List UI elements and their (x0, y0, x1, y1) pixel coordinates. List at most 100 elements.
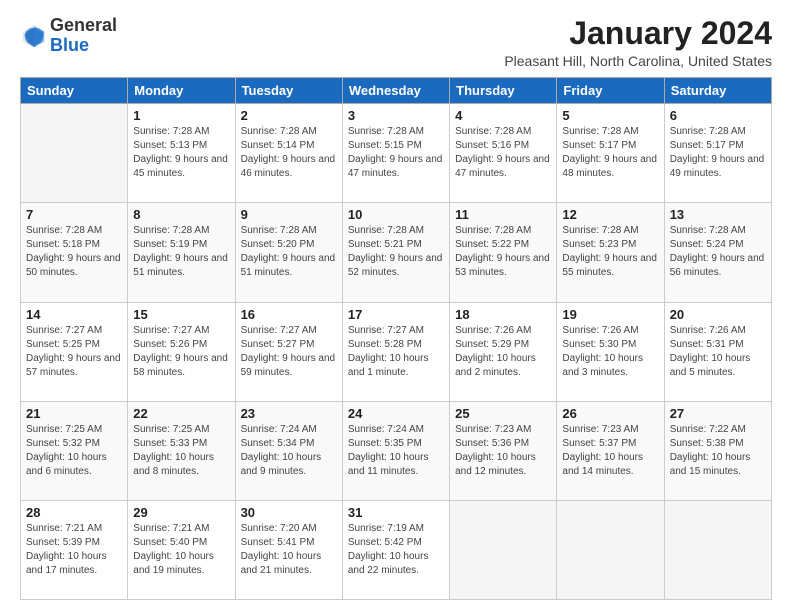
calendar-day-header-saturday: Saturday (664, 78, 771, 104)
day-number: 12 (562, 207, 658, 222)
day-number: 28 (26, 505, 122, 520)
day-info: Sunrise: 7:27 AMSunset: 5:26 PMDaylight:… (133, 324, 229, 380)
calendar-cell: 28 Sunrise: 7:21 AMSunset: 5:39 PMDayligh… (21, 500, 128, 599)
calendar-cell: 22 Sunrise: 7:25 AMSunset: 5:33 PMDayligh… (128, 401, 235, 500)
calendar-day-header-thursday: Thursday (450, 78, 557, 104)
day-info: Sunrise: 7:22 AMSunset: 5:38 PMDaylight:… (670, 423, 766, 479)
calendar-cell: 2Sunrise: 7:28 AMSunset: 5:14 PMDaylight… (235, 104, 342, 203)
day-info: Sunrise: 7:24 AMSunset: 5:35 PMDaylight:… (348, 423, 444, 479)
calendar-cell: 3 Sunrise: 7:28 AMSunset: 5:15 PMDaylight… (342, 104, 449, 203)
day-number: 13 (670, 207, 766, 222)
day-info: Sunrise: 7:25 AMSunset: 5:32 PMDaylight:… (26, 423, 122, 479)
calendar-day-header-tuesday: Tuesday (235, 78, 342, 104)
calendar-header-row: SundayMondayTuesdayWednesdayThursdayFrid… (21, 78, 772, 104)
calendar-week-row-4: 21 Sunrise: 7:25 AMSunset: 5:32 PMDayligh… (21, 401, 772, 500)
day-number: 21 (26, 406, 122, 421)
logo-icon (20, 22, 48, 50)
calendar-cell (450, 500, 557, 599)
day-info: Sunrise: 7:26 AMSunset: 5:30 PMDaylight:… (562, 324, 658, 380)
day-number: 5 (562, 108, 658, 123)
location: Pleasant Hill, North Carolina, United St… (504, 53, 772, 69)
calendar-cell (557, 500, 664, 599)
logo-general-text: General (50, 16, 117, 36)
day-info: Sunrise: 7:27 AMSunset: 5:27 PMDaylight:… (241, 324, 337, 380)
calendar-week-row-1: 1Sunrise: 7:28 AMSunset: 5:13 PMDaylight… (21, 104, 772, 203)
logo: General Blue (20, 16, 117, 56)
calendar-cell: 11Sunrise: 7:28 AMSunset: 5:22 PMDayligh… (450, 203, 557, 302)
day-info: Sunrise: 7:28 AMSunset: 5:18 PMDaylight:… (26, 224, 122, 280)
day-number: 15 (133, 307, 229, 322)
day-info: Sunrise: 7:27 AMSunset: 5:28 PMDaylight:… (348, 324, 444, 380)
day-info: Sunrise: 7:26 AMSunset: 5:31 PMDaylight:… (670, 324, 766, 380)
day-info: Sunrise: 7:27 AMSunset: 5:25 PMDaylight:… (26, 324, 122, 380)
day-number: 19 (562, 307, 658, 322)
calendar-cell: 15 Sunrise: 7:27 AMSunset: 5:26 PMDayligh… (128, 302, 235, 401)
calendar-week-row-2: 7Sunrise: 7:28 AMSunset: 5:18 PMDaylight… (21, 203, 772, 302)
calendar-cell: 19 Sunrise: 7:26 AMSunset: 5:30 PMDayligh… (557, 302, 664, 401)
calendar-cell: 9 Sunrise: 7:28 AMSunset: 5:20 PMDaylight… (235, 203, 342, 302)
day-number: 8 (133, 207, 229, 222)
day-info: Sunrise: 7:24 AMSunset: 5:34 PMDaylight:… (241, 423, 337, 479)
day-info: Sunrise: 7:28 AMSunset: 5:14 PMDaylight:… (241, 125, 337, 181)
day-number: 14 (26, 307, 122, 322)
day-info: Sunrise: 7:28 AMSunset: 5:13 PMDaylight:… (133, 125, 229, 181)
day-number: 26 (562, 406, 658, 421)
calendar-day-header-monday: Monday (128, 78, 235, 104)
day-number: 24 (348, 406, 444, 421)
day-number: 9 (241, 207, 337, 222)
calendar-cell: 4Sunrise: 7:28 AMSunset: 5:16 PMDaylight… (450, 104, 557, 203)
day-info: Sunrise: 7:21 AMSunset: 5:40 PMDaylight:… (133, 522, 229, 578)
calendar-cell: 21 Sunrise: 7:25 AMSunset: 5:32 PMDayligh… (21, 401, 128, 500)
day-info: Sunrise: 7:28 AMSunset: 5:15 PMDaylight:… (348, 125, 444, 181)
calendar-day-header-wednesday: Wednesday (342, 78, 449, 104)
calendar-cell: 16 Sunrise: 7:27 AMSunset: 5:27 PMDayligh… (235, 302, 342, 401)
day-number: 16 (241, 307, 337, 322)
day-info: Sunrise: 7:28 AMSunset: 5:24 PMDaylight:… (670, 224, 766, 280)
day-number: 3 (348, 108, 444, 123)
day-number: 11 (455, 207, 551, 222)
day-number: 10 (348, 207, 444, 222)
logo-blue-text: Blue (50, 36, 117, 56)
calendar-cell: 23 Sunrise: 7:24 AMSunset: 5:34 PMDayligh… (235, 401, 342, 500)
calendar-cell: 6Sunrise: 7:28 AMSunset: 5:17 PMDaylight… (664, 104, 771, 203)
calendar-cell: 31Sunrise: 7:19 AMSunset: 5:42 PMDayligh… (342, 500, 449, 599)
calendar-cell: 18 Sunrise: 7:26 AMSunset: 5:29 PMDayligh… (450, 302, 557, 401)
calendar-cell: 7Sunrise: 7:28 AMSunset: 5:18 PMDaylight… (21, 203, 128, 302)
day-info: Sunrise: 7:21 AMSunset: 5:39 PMDaylight:… (26, 522, 122, 578)
calendar-cell: 27 Sunrise: 7:22 AMSunset: 5:38 PMDayligh… (664, 401, 771, 500)
calendar-cell (21, 104, 128, 203)
calendar-cell: 26Sunrise: 7:23 AMSunset: 5:37 PMDayligh… (557, 401, 664, 500)
calendar-cell: 5 Sunrise: 7:28 AMSunset: 5:17 PMDaylight… (557, 104, 664, 203)
logo-text: General Blue (50, 16, 117, 56)
calendar-cell: 29Sunrise: 7:21 AMSunset: 5:40 PMDayligh… (128, 500, 235, 599)
calendar-cell: 30Sunrise: 7:20 AMSunset: 5:41 PMDayligh… (235, 500, 342, 599)
day-info: Sunrise: 7:23 AMSunset: 5:36 PMDaylight:… (455, 423, 551, 479)
calendar-cell: 20 Sunrise: 7:26 AMSunset: 5:31 PMDayligh… (664, 302, 771, 401)
calendar-cell: 8 Sunrise: 7:28 AMSunset: 5:19 PMDaylight… (128, 203, 235, 302)
day-info: Sunrise: 7:28 AMSunset: 5:21 PMDaylight:… (348, 224, 444, 280)
calendar-week-row-5: 28 Sunrise: 7:21 AMSunset: 5:39 PMDayligh… (21, 500, 772, 599)
day-info: Sunrise: 7:28 AMSunset: 5:19 PMDaylight:… (133, 224, 229, 280)
calendar-day-header-friday: Friday (557, 78, 664, 104)
calendar-cell: 14 Sunrise: 7:27 AMSunset: 5:25 PMDayligh… (21, 302, 128, 401)
day-info: Sunrise: 7:20 AMSunset: 5:41 PMDaylight:… (241, 522, 337, 578)
day-number: 4 (455, 108, 551, 123)
calendar-cell: 17Sunrise: 7:27 AMSunset: 5:28 PMDayligh… (342, 302, 449, 401)
day-info: Sunrise: 7:28 AMSunset: 5:20 PMDaylight:… (241, 224, 337, 280)
day-number: 25 (455, 406, 551, 421)
day-number: 22 (133, 406, 229, 421)
day-number: 6 (670, 108, 766, 123)
day-info: Sunrise: 7:25 AMSunset: 5:33 PMDaylight:… (133, 423, 229, 479)
day-number: 23 (241, 406, 337, 421)
day-info: Sunrise: 7:28 AMSunset: 5:17 PMDaylight:… (562, 125, 658, 181)
calendar-week-row-3: 14 Sunrise: 7:27 AMSunset: 5:25 PMDayligh… (21, 302, 772, 401)
page: General Blue January 2024 Pleasant Hill,… (0, 0, 792, 612)
day-info: Sunrise: 7:19 AMSunset: 5:42 PMDaylight:… (348, 522, 444, 578)
calendar-cell: 13 Sunrise: 7:28 AMSunset: 5:24 PMDayligh… (664, 203, 771, 302)
day-number: 27 (670, 406, 766, 421)
month-year: January 2024 (504, 16, 772, 51)
day-info: Sunrise: 7:26 AMSunset: 5:29 PMDaylight:… (455, 324, 551, 380)
day-number: 18 (455, 307, 551, 322)
day-number: 20 (670, 307, 766, 322)
calendar-cell (664, 500, 771, 599)
